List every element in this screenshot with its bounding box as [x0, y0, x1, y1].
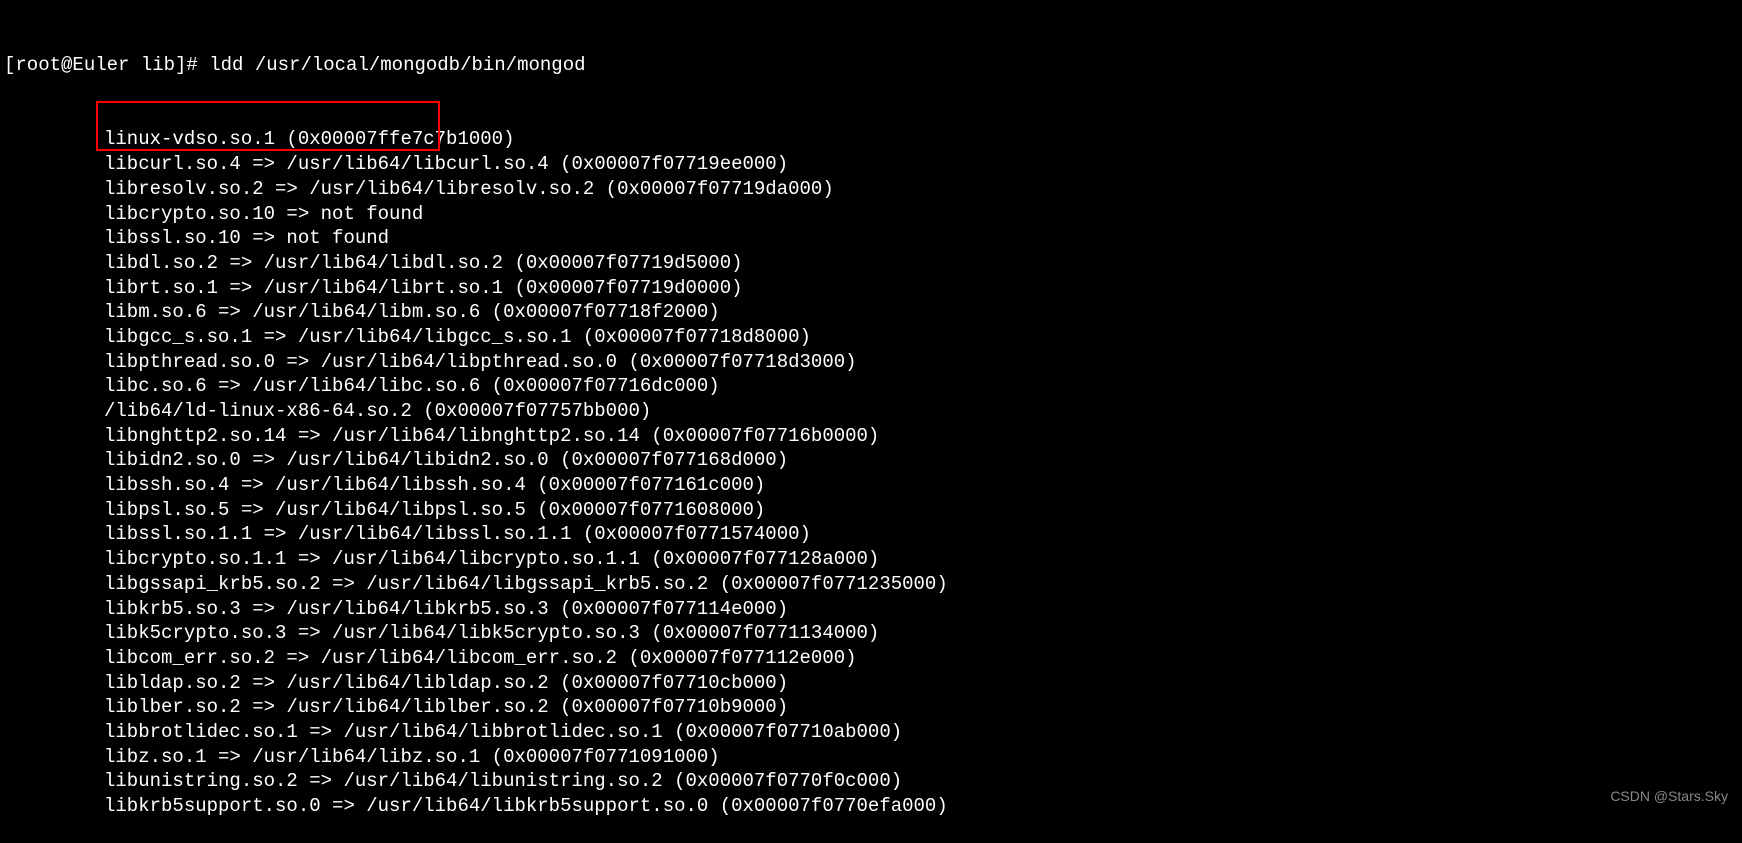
ldd-line: libpthread.so.0 => /usr/lib64/libpthread…: [4, 350, 1738, 375]
ldd-line: libgssapi_krb5.so.2 => /usr/lib64/libgss…: [4, 572, 1738, 597]
ldd-line: libssl.so.10 => not found: [4, 226, 1738, 251]
terminal-output: [root@Euler lib]# ldd /usr/local/mongodb…: [4, 4, 1738, 843]
ldd-line: libcom_err.so.2 => /usr/lib64/libcom_err…: [4, 646, 1738, 671]
ldd-line: libbrotlidec.so.1 => /usr/lib64/libbrotl…: [4, 720, 1738, 745]
ldd-line: libldap.so.2 => /usr/lib64/libldap.so.2 …: [4, 671, 1738, 696]
ldd-line: libgcc_s.so.1 => /usr/lib64/libgcc_s.so.…: [4, 325, 1738, 350]
ldd-line: libc.so.6 => /usr/lib64/libc.so.6 (0x000…: [4, 374, 1738, 399]
ldd-line: libresolv.so.2 => /usr/lib64/libresolv.s…: [4, 177, 1738, 202]
ldd-line: liblber.so.2 => /usr/lib64/liblber.so.2 …: [4, 695, 1738, 720]
command-prompt: [root@Euler lib]# ldd /usr/local/mongodb…: [4, 53, 1738, 78]
ldd-line: libssl.so.1.1 => /usr/lib64/libssl.so.1.…: [4, 522, 1738, 547]
ldd-line: libcrypto.so.10 => not found: [4, 202, 1738, 227]
ldd-line: libk5crypto.so.3 => /usr/lib64/libk5cryp…: [4, 621, 1738, 646]
ldd-line: librt.so.1 => /usr/lib64/librt.so.1 (0x0…: [4, 276, 1738, 301]
ldd-line: libm.so.6 => /usr/lib64/libm.so.6 (0x000…: [4, 300, 1738, 325]
watermark-text: CSDN @Stars.Sky: [1610, 787, 1728, 805]
ldd-line: libnghttp2.so.14 => /usr/lib64/libnghttp…: [4, 424, 1738, 449]
ldd-line: libunistring.so.2 => /usr/lib64/libunist…: [4, 769, 1738, 794]
ldd-output-container: linux-vdso.so.1 (0x00007ffe7c7b1000)libc…: [4, 127, 1738, 818]
ldd-line: libdl.so.2 => /usr/lib64/libdl.so.2 (0x0…: [4, 251, 1738, 276]
ldd-line: /lib64/ld-linux-x86-64.so.2 (0x00007f077…: [4, 399, 1738, 424]
ldd-line: libpsl.so.5 => /usr/lib64/libpsl.so.5 (0…: [4, 498, 1738, 523]
ldd-line: linux-vdso.so.1 (0x00007ffe7c7b1000): [4, 127, 1738, 152]
ldd-line: libz.so.1 => /usr/lib64/libz.so.1 (0x000…: [4, 745, 1738, 770]
ldd-line: libidn2.so.0 => /usr/lib64/libidn2.so.0 …: [4, 448, 1738, 473]
ldd-line: libkrb5support.so.0 => /usr/lib64/libkrb…: [4, 794, 1738, 819]
ldd-line: libssh.so.4 => /usr/lib64/libssh.so.4 (0…: [4, 473, 1738, 498]
ldd-line: libkrb5.so.3 => /usr/lib64/libkrb5.so.3 …: [4, 597, 1738, 622]
ldd-line: libcurl.so.4 => /usr/lib64/libcurl.so.4 …: [4, 152, 1738, 177]
ldd-line: libcrypto.so.1.1 => /usr/lib64/libcrypto…: [4, 547, 1738, 572]
